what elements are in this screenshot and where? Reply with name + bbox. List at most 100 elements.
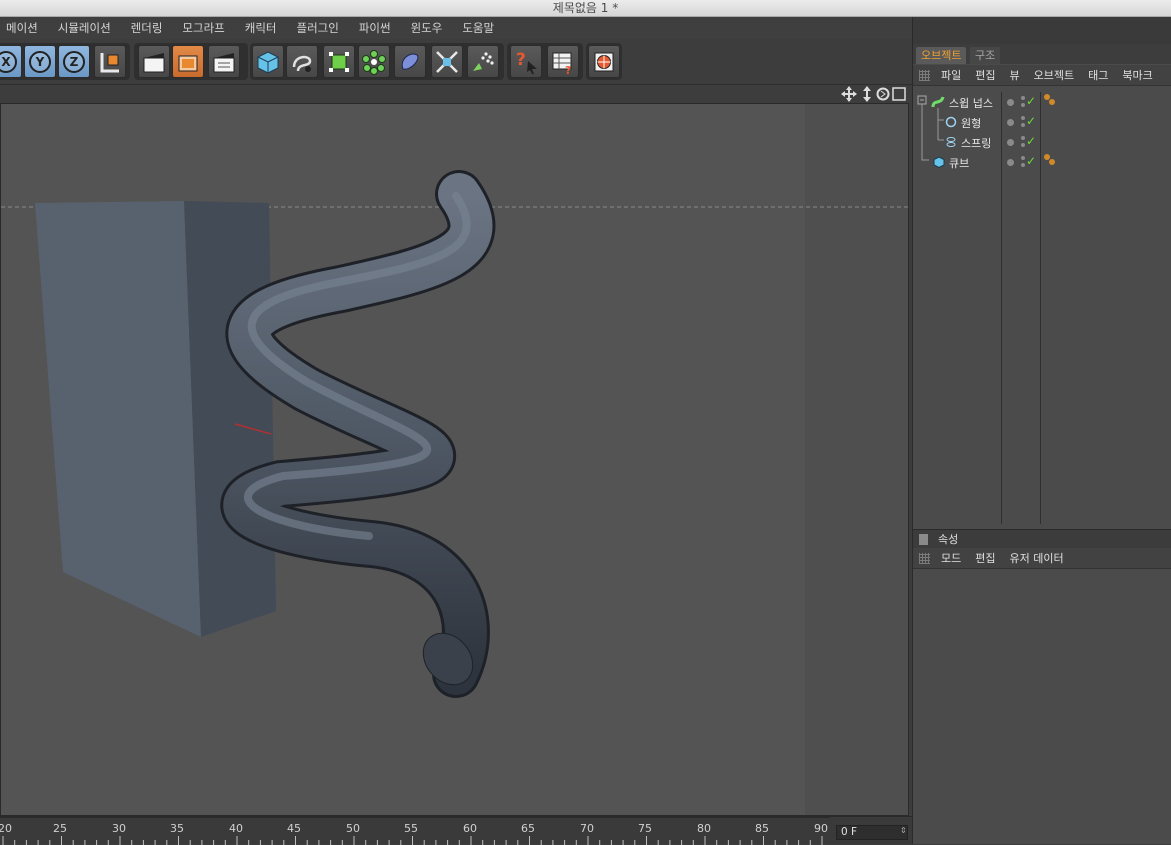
om-menu-file[interactable]: 파일 bbox=[934, 67, 968, 83]
nurbs-button[interactable] bbox=[323, 45, 355, 78]
visibility-dot[interactable] bbox=[1007, 139, 1014, 146]
tick-label: 25 bbox=[53, 822, 67, 835]
viewport-nav-icons bbox=[841, 86, 906, 102]
enabled-check-icon[interactable]: ✓ bbox=[1026, 134, 1036, 148]
perspective-viewport[interactable] bbox=[0, 103, 909, 816]
particle-button[interactable] bbox=[467, 45, 499, 78]
menu-help[interactable]: 도움말 bbox=[449, 20, 507, 36]
menu-plugins[interactable]: 플러그인 bbox=[283, 20, 351, 36]
helix-spline-icon bbox=[946, 137, 956, 147]
web-browser-button[interactable] bbox=[588, 45, 620, 78]
tab-structure[interactable]: 구조 bbox=[970, 47, 1001, 64]
main-menubar: 메이션 시뮬레이션 렌더링 모그라프 캐릭터 플러그인 파이썬 윈도우 도움말 bbox=[0, 17, 912, 39]
globe-icon bbox=[594, 52, 614, 71]
spline-pen-button[interactable] bbox=[286, 45, 318, 78]
object-row-circle[interactable]: 원형 ✓ bbox=[913, 112, 1171, 132]
floor-scene-icon bbox=[436, 50, 458, 73]
help-pointer-button[interactable]: ? bbox=[510, 45, 542, 78]
tick-label: 40 bbox=[229, 822, 243, 835]
enabled-check-icon[interactable]: ✓ bbox=[1026, 94, 1036, 108]
move-view-icon bbox=[841, 86, 857, 102]
tick-label: 65 bbox=[521, 822, 535, 835]
visibility-dot[interactable] bbox=[1007, 119, 1014, 126]
x-axis-lock-button[interactable]: X bbox=[0, 45, 22, 78]
tick-label: 75 bbox=[638, 822, 652, 835]
right-panel: 오브젝트 구조 파일 편집 뷰 오브젝트 태그 북마크 스윕 넙스 ✓ 원형 ✓… bbox=[912, 17, 1171, 844]
tick-label: 60 bbox=[463, 822, 477, 835]
zoom-view-icon bbox=[863, 86, 871, 102]
om-menu-objects[interactable]: 오브젝트 bbox=[1027, 67, 1081, 83]
deformer-button[interactable] bbox=[394, 45, 426, 78]
enabled-check-icon[interactable]: ✓ bbox=[1026, 154, 1036, 168]
menu-python[interactable]: 파이썬 bbox=[346, 20, 404, 36]
y-axis-lock-button[interactable]: Y bbox=[24, 45, 56, 78]
menu-simulation[interactable]: 시뮬레이션 bbox=[45, 20, 124, 36]
om-menu-tags[interactable]: 태그 bbox=[1081, 67, 1115, 83]
render-view-button[interactable] bbox=[138, 45, 170, 78]
attr-menu-userdata[interactable]: 유저 데이터 bbox=[1003, 550, 1071, 566]
viewport-scene bbox=[1, 170, 908, 698]
object-row-cube[interactable]: 큐브 ✓ bbox=[913, 152, 1171, 172]
svg-text:?: ? bbox=[516, 50, 526, 70]
visibility-dot[interactable] bbox=[1007, 159, 1014, 166]
svg-text:?: ? bbox=[565, 64, 571, 75]
x-axis-icon: X bbox=[0, 50, 17, 73]
current-frame-field[interactable]: 0 F bbox=[836, 825, 908, 840]
om-menu-view[interactable]: 뷰 bbox=[1003, 67, 1027, 83]
menu-animation[interactable]: 메이션 bbox=[0, 20, 51, 36]
object-list: 스윕 넙스 ✓ 원형 ✓ 스프링 ✓ 큐브 ✓ bbox=[913, 92, 1171, 524]
attributes-title: 속성 bbox=[938, 533, 959, 546]
tick-label: 30 bbox=[112, 822, 126, 835]
spline-pen-icon bbox=[292, 55, 312, 72]
panel-grip-icon[interactable] bbox=[919, 533, 928, 545]
tick-label: 35 bbox=[170, 822, 184, 835]
helix-sweep-object bbox=[220, 170, 496, 698]
attr-menu-edit[interactable]: 편집 bbox=[968, 550, 1002, 566]
manager-tabs: 오브젝트 구조 bbox=[913, 44, 1171, 64]
maximize-view-icon bbox=[892, 87, 906, 101]
z-axis-icon: Z bbox=[63, 50, 85, 73]
panel-grip-icon[interactable] bbox=[919, 552, 930, 564]
tick-label: 50 bbox=[346, 822, 360, 835]
array-button[interactable] bbox=[358, 45, 390, 78]
circle-spline-icon bbox=[945, 116, 957, 128]
enabled-check-icon[interactable]: ✓ bbox=[1026, 114, 1036, 128]
attr-menu-mode[interactable]: 모드 bbox=[934, 550, 968, 566]
menu-character[interactable]: 캐릭터 bbox=[232, 20, 290, 36]
tick-label: 80 bbox=[697, 822, 711, 835]
object-name: 원형 bbox=[961, 117, 982, 130]
attributes-header: 속성 bbox=[913, 529, 1171, 548]
sweep-nurbs-icon bbox=[931, 96, 945, 108]
frame-stepper-icon[interactable]: ⇕ bbox=[900, 826, 907, 835]
z-axis-lock-button[interactable]: Z bbox=[58, 45, 90, 78]
object-row-sweep[interactable]: 스윕 넙스 ✓ bbox=[913, 92, 1171, 112]
menu-mograph[interactable]: 모그라프 bbox=[169, 20, 237, 36]
main-toolbar: X Y Z ? ? bbox=[0, 39, 912, 85]
rotate-view-icon bbox=[876, 87, 890, 101]
menu-window[interactable]: 윈도우 bbox=[398, 20, 456, 36]
cube-icon bbox=[933, 156, 945, 168]
world-coordinate-icon bbox=[100, 52, 119, 72]
tab-objects[interactable]: 오브젝트 bbox=[916, 47, 967, 64]
visibility-dot[interactable] bbox=[1007, 99, 1014, 106]
y-axis-icon: Y bbox=[29, 50, 51, 73]
commander-button[interactable]: ? bbox=[547, 45, 579, 78]
scene-button[interactable] bbox=[431, 45, 463, 78]
cube-primitive-button[interactable] bbox=[252, 45, 284, 78]
menu-render[interactable]: 렌더링 bbox=[118, 20, 176, 36]
window-title: 제목없음 1 * bbox=[0, 0, 1171, 17]
object-row-helix[interactable]: 스프링 ✓ bbox=[913, 132, 1171, 152]
om-menu-bookmarks[interactable]: 북마크 bbox=[1115, 67, 1159, 83]
particle-emitter-icon bbox=[473, 51, 494, 71]
render-picture-viewer-button[interactable] bbox=[172, 45, 204, 78]
render-settings-button[interactable] bbox=[208, 45, 240, 78]
coordinate-system-button[interactable] bbox=[94, 45, 126, 78]
timeline-ruler[interactable]: 20 25 30 35 40 45 50 55 60 65 70 75 80 8… bbox=[0, 816, 912, 845]
attributes-menu: 모드 편집 유저 데이터 bbox=[913, 548, 1171, 569]
panel-grip-icon[interactable] bbox=[919, 69, 930, 81]
tick-label: 20 bbox=[0, 822, 12, 835]
clapperboard-icon bbox=[143, 52, 165, 72]
tick-label: 85 bbox=[755, 822, 769, 835]
om-menu-edit[interactable]: 편집 bbox=[968, 67, 1002, 83]
render-settings-icon bbox=[213, 52, 235, 72]
